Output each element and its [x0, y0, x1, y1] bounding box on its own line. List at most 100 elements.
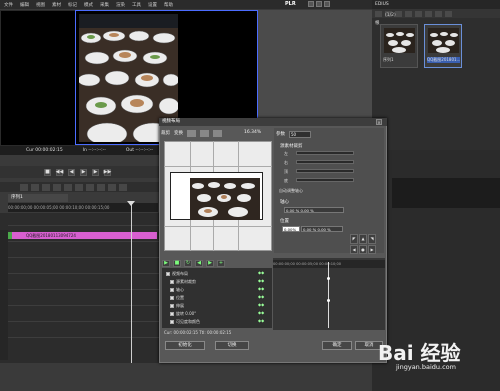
crop-top-slider[interactable] — [296, 169, 354, 173]
3d-mode-icon[interactable] — [200, 129, 209, 137]
kf-add-icon[interactable]: + — [217, 259, 225, 267]
tool-icon-10[interactable] — [119, 183, 127, 191]
tool-icon-4[interactable] — [53, 183, 61, 191]
menu-clip[interactable]: 素材 — [52, 2, 61, 8]
nudge-up-right-icon[interactable]: ◥ — [368, 234, 376, 244]
nudge-up-icon[interactable]: ▲ — [359, 234, 367, 244]
keyframe-timeline[interactable] — [273, 258, 385, 330]
tool-icon-7[interactable] — [86, 183, 94, 191]
maximize-button[interactable] — [316, 1, 322, 7]
rewind-icon[interactable]: ◀◀ — [56, 168, 63, 176]
kf-row[interactable]: 轴心 — [170, 286, 184, 293]
sequence-tab[interactable]: 序列1 — [8, 194, 68, 202]
keyframe-marker[interactable] — [327, 299, 330, 302]
position-x-input[interactable]: 0.00% — [282, 226, 300, 232]
param-input[interactable]: 50 — [289, 131, 311, 138]
timeline-ruler[interactable]: 00:00:00;00 00:00:05;00 00:00:10;00 00:0… — [8, 203, 158, 212]
kf-ctl-icon[interactable]: ◆◆ — [258, 310, 264, 315]
crop-left-slider[interactable] — [296, 151, 354, 155]
initialize-button[interactable]: 初始化 — [165, 341, 205, 350]
tool-icon-6[interactable] — [75, 183, 83, 191]
anchor-value[interactable]: 0.00 % 0.00 % — [284, 207, 344, 213]
kf-row[interactable]: 源素材裁剪 — [170, 278, 196, 285]
view-icon[interactable] — [213, 129, 222, 137]
kf-row[interactable]: 伸展 — [170, 302, 184, 309]
menu-help[interactable]: 帮助 — [164, 2, 173, 8]
kf-ctl-icon[interactable]: ◆◆ — [258, 294, 264, 299]
kf-play-icon[interactable]: ▶ — [162, 259, 170, 267]
keyframe-marker[interactable] — [327, 277, 330, 280]
timeline-clip[interactable]: QQ截图20180113094724 — [12, 232, 157, 239]
zoom-level[interactable]: 16.34% — [244, 130, 261, 135]
kf-row[interactable]: 位置 — [170, 294, 184, 301]
bin-tool-icon-6[interactable] — [425, 10, 432, 17]
stop-icon[interactable]: ■ — [44, 168, 51, 176]
menu-view[interactable]: 视图 — [36, 2, 45, 8]
kf-row[interactable]: 旋转 0.00° — [170, 310, 196, 317]
kf-row-label: 伸展 — [176, 302, 184, 308]
dialog-close-icon[interactable]: × — [376, 119, 382, 125]
crop-group-label[interactable]: 源素材裁剪 — [280, 143, 303, 149]
ok-button[interactable]: 确定 — [322, 341, 352, 350]
tool-icon-5[interactable] — [64, 183, 72, 191]
crop-bottom-slider[interactable] — [296, 178, 354, 182]
bin-tool-icon-3[interactable] — [395, 10, 402, 17]
kf-ctl-icon[interactable]: ◆◆ — [258, 286, 264, 291]
nudge-up-left-icon[interactable]: ◤ — [350, 234, 358, 244]
kf-ctl-icon[interactable]: ◆◆ — [258, 318, 264, 323]
menu-mode[interactable]: 模式 — [84, 2, 93, 8]
menu-settings[interactable]: 设置 — [148, 2, 157, 8]
preview-image[interactable] — [190, 178, 260, 220]
tool-icon-1[interactable] — [20, 183, 28, 191]
position-value[interactable]: 0.00 % 0.00 % — [301, 226, 343, 232]
bin-tool-icon-7[interactable] — [435, 10, 442, 17]
keyframe-playhead[interactable] — [328, 262, 329, 328]
position-group-label[interactable]: 位置 — [280, 218, 289, 224]
step-back-icon[interactable]: ◀ — [68, 168, 75, 176]
kf-prev-icon[interactable]: ◀ — [195, 259, 203, 267]
menu-capture[interactable]: 采集 — [100, 2, 109, 8]
step-forward-icon[interactable]: ▶ — [92, 168, 99, 176]
bin-tool-icon-4[interactable] — [405, 10, 412, 17]
menu-render[interactable]: 渲染 — [116, 2, 125, 8]
menu-edit[interactable]: 编辑 — [20, 2, 29, 8]
timeline-playhead[interactable] — [131, 203, 132, 363]
2d-mode-icon[interactable] — [187, 129, 196, 137]
tab-transform[interactable]: 变换 — [174, 130, 183, 136]
playhead-handle-icon[interactable] — [127, 201, 135, 206]
fast-forward-icon[interactable]: ▶▶ — [104, 168, 111, 176]
nudge-right-icon[interactable]: ▶ — [368, 244, 376, 254]
bin-tool-icon-1[interactable] — [375, 10, 382, 17]
tool-icon-8[interactable] — [97, 183, 105, 191]
menu-tools[interactable]: 工具 — [132, 2, 141, 8]
anchor-group-label[interactable]: 轴心 — [280, 199, 289, 205]
crop-right-slider[interactable] — [296, 160, 354, 164]
kf-loop-icon[interactable]: ↻ — [184, 259, 192, 267]
minimize-button[interactable] — [308, 1, 314, 7]
kf-row[interactable]: 可见度和颜色 — [170, 318, 200, 325]
bin-thumb-sequence[interactable]: 序列1 — [380, 24, 418, 68]
bin-tool-icon-8[interactable] — [445, 10, 452, 17]
tool-icon-9[interactable] — [108, 183, 116, 191]
bin-thumb-image[interactable]: QQ截图201801... — [424, 24, 462, 68]
play-icon[interactable]: ▶ — [80, 168, 87, 176]
tool-icon-2[interactable] — [31, 183, 39, 191]
kf-ctl-icon[interactable]: ◆◆ — [258, 302, 264, 307]
menu-file[interactable]: 文件 — [4, 2, 13, 8]
menu-marker[interactable]: 标记 — [68, 2, 77, 8]
nudge-left-icon[interactable]: ◀ — [350, 244, 358, 254]
kf-stop-icon[interactable]: ■ — [173, 259, 181, 267]
kf-ctl-icon[interactable]: ◆◆ — [258, 278, 264, 283]
tab-crop[interactable]: 裁剪 — [161, 130, 170, 136]
bin-tool-icon-5[interactable] — [415, 10, 422, 17]
nudge-center-icon[interactable]: ● — [359, 244, 367, 254]
keyframe-ruler[interactable]: 00:00:00;00 00:00:05;00 00:00:10;00 — [273, 260, 385, 268]
close-button[interactable] — [324, 1, 330, 7]
auto-anchor-checkbox[interactable]: 自动调整轴心 — [279, 188, 303, 194]
kf-next-icon[interactable]: ▶ — [206, 259, 214, 267]
tool-icon-3[interactable] — [42, 183, 50, 191]
kf-ctl-icon[interactable]: ◆◆ — [258, 270, 264, 275]
kf-row[interactable]: 视频布局 — [166, 270, 188, 277]
switch-button[interactable]: 切换 — [215, 341, 249, 350]
crop-left-label: 左 — [284, 151, 288, 156]
